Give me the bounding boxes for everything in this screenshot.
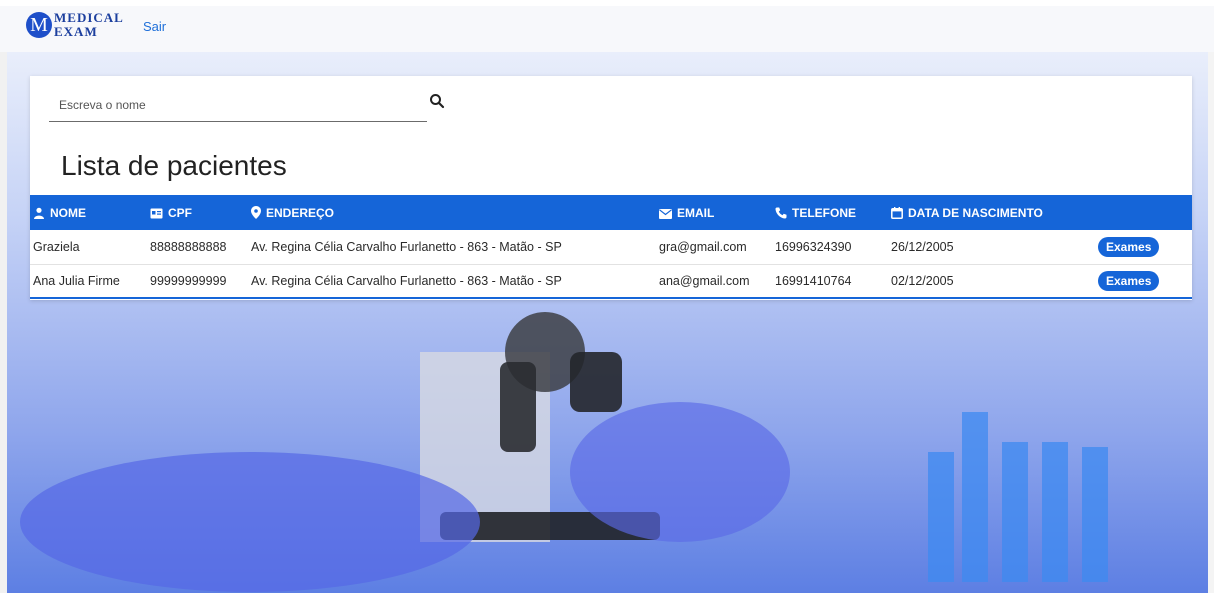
search-icon[interactable]	[429, 93, 445, 109]
cell-data-nascimento: 02/12/2005	[891, 273, 954, 288]
logo[interactable]: M MEDICAL EXAM	[26, 11, 124, 39]
id-card-icon	[150, 208, 163, 218]
header-email-label: EMAIL	[677, 205, 715, 220]
table-header-row: NOME CPF ENDEREÇO EMAIL TELEFONE DATA DE…	[30, 195, 1192, 230]
patients-card: Lista de pacientes NOME CPF ENDEREÇO EMA…	[30, 76, 1192, 300]
header-email[interactable]: EMAIL	[659, 195, 775, 230]
cell-nome: Graziela	[33, 239, 80, 254]
table-row: Graziela 88888888888 Av. Regina Célia Ca…	[30, 230, 1192, 264]
table-row: Ana Julia Firme 99999999999 Av. Regina C…	[30, 264, 1192, 298]
header-cpf[interactable]: CPF	[150, 195, 251, 230]
person-icon	[34, 207, 44, 219]
header-actions	[1098, 195, 1192, 230]
cell-actions: Exames	[1098, 264, 1192, 298]
search-field	[49, 88, 445, 122]
header-telefone-label: TELEFONE	[792, 205, 857, 220]
logo-line-1: MEDICAL	[54, 10, 124, 25]
cell-nome: Ana Julia Firme	[33, 273, 120, 288]
cell-endereco: Av. Regina Célia Carvalho Furlanetto - 8…	[251, 273, 562, 288]
cell-email: ana@gmail.com	[659, 273, 750, 288]
header-nome[interactable]: NOME	[30, 195, 150, 230]
logout-link[interactable]: Sair	[143, 19, 166, 34]
header-cpf-label: CPF	[168, 205, 192, 220]
header-endereco[interactable]: ENDEREÇO	[251, 195, 659, 230]
header-data-nascimento-label: DATA DE NASCIMENTO	[908, 205, 1043, 220]
header-telefone[interactable]: TELEFONE	[775, 195, 891, 230]
header-nome-label: NOME	[50, 205, 86, 220]
cell-telefone: 16991410764	[775, 273, 852, 288]
header-data-nascimento[interactable]: DATA DE NASCIMENTO	[891, 195, 1098, 230]
logo-badge: M	[26, 12, 52, 38]
exames-button[interactable]: Exames	[1098, 270, 1160, 291]
logo-line-2: EXAM	[54, 24, 98, 39]
cell-endereco: Av. Regina Célia Carvalho Furlanetto - 8…	[251, 239, 562, 254]
exames-button[interactable]: Exames	[1098, 236, 1160, 257]
calendar-icon	[891, 206, 903, 219]
cell-actions: Exames	[1098, 230, 1192, 264]
search-input[interactable]	[57, 94, 391, 116]
phone-icon	[775, 207, 787, 219]
cell-email: gra@gmail.com	[659, 239, 747, 254]
patients-table: NOME CPF ENDEREÇO EMAIL TELEFONE DATA DE…	[30, 195, 1192, 299]
cell-telefone: 16996324390	[775, 239, 852, 254]
cell-cpf: 99999999999	[150, 273, 227, 288]
header-endereco-label: ENDEREÇO	[266, 205, 335, 220]
navbar: M MEDICAL EXAM Sair	[0, 0, 1214, 52]
page-title: Lista de pacientes	[61, 150, 287, 181]
logo-text: MEDICAL EXAM	[54, 11, 124, 39]
location-pin-icon	[251, 205, 261, 219]
envelope-icon	[659, 208, 672, 219]
cell-data-nascimento: 26/12/2005	[891, 239, 954, 254]
cell-cpf: 88888888888	[150, 239, 227, 254]
